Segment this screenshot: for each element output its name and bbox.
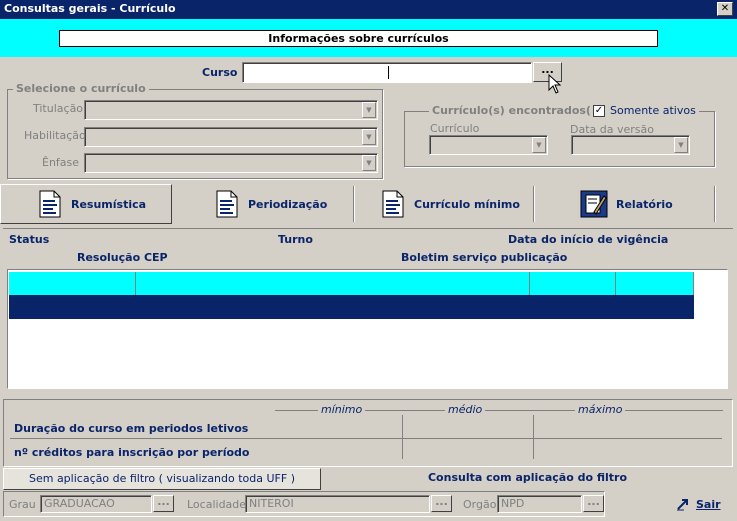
medio-header: médio: [445, 403, 486, 416]
exit-icon: [677, 499, 688, 511]
grau-label: Grau: [9, 498, 36, 511]
grau-input[interactable]: GRADUACAO: [40, 495, 152, 513]
curriculo-select[interactable]: ▼: [429, 135, 548, 155]
somente-ativos-checkbox[interactable]: ✓ Somente ativos: [590, 104, 699, 117]
com-filtro-button[interactable]: Consulta com aplicação do filtro: [322, 468, 733, 490]
titulacao-label: Titulação: [33, 102, 84, 115]
column-divider: [402, 415, 403, 459]
sair-button[interactable]: Sair: [676, 497, 721, 511]
checkbox-check-icon[interactable]: ✓: [593, 104, 605, 117]
tab-resumistica[interactable]: Resumística: [0, 184, 172, 224]
sem-filtro-button[interactable]: Sem aplicação de filtro ( visualizando t…: [3, 468, 321, 490]
tab-label: Relatório: [616, 197, 673, 211]
tab-divider: [353, 186, 355, 222]
ellipsis-icon: ...: [587, 495, 600, 508]
table-row-selected[interactable]: [9, 295, 694, 319]
grau-lookup-button[interactable]: ...: [153, 495, 174, 512]
column-divider: [533, 415, 534, 459]
turno-header: Turno: [278, 233, 313, 246]
orgao-label: Orgão: [463, 498, 497, 511]
data-inicio-header: Data do início de vigência: [508, 233, 669, 246]
tab-label: Currículo mínimo: [414, 197, 520, 211]
window-title: Consultas gerais - Currículo: [4, 2, 176, 15]
grid-header-cell: [9, 272, 136, 295]
ellipsis-icon: ...: [157, 495, 170, 508]
somente-ativos-label: Somente ativos: [610, 104, 696, 117]
data-versao-select[interactable]: ▼: [571, 135, 690, 155]
localidade-label: Localidade: [187, 498, 247, 511]
curriculo-label: Currículo: [430, 122, 480, 135]
grid-header-cell: [616, 272, 694, 295]
close-button[interactable]: ✕: [717, 2, 733, 16]
close-icon[interactable]: ✕: [721, 3, 729, 14]
enfase-select[interactable]: ▼: [84, 153, 378, 173]
grid-header-cell: [136, 272, 530, 295]
habilitacao-select[interactable]: ▼: [84, 127, 378, 147]
localidade-lookup-button[interactable]: ...: [431, 495, 452, 512]
chevron-down-icon[interactable]: ▼: [362, 129, 376, 145]
grau-value: GRADUACAO: [44, 497, 115, 510]
report-icon: [580, 190, 608, 218]
grid-header-cell: [530, 272, 616, 295]
orgao-input[interactable]: NPD: [497, 495, 582, 513]
tab-curriculo-minimo[interactable]: Currículo mínimo: [356, 184, 532, 224]
localidade-input[interactable]: NITEROI: [245, 495, 430, 513]
boletim-header: Boletim serviço publicação: [401, 251, 568, 264]
tab-divider: [714, 186, 716, 222]
chevron-down-icon[interactable]: ▼: [674, 137, 688, 153]
minimo-header: mínimo: [318, 403, 366, 416]
tab-relatorio[interactable]: Relatório: [536, 184, 714, 224]
text-caret: [388, 66, 389, 79]
document-icon: [216, 190, 238, 218]
habilitacao-label: Habilitação: [24, 129, 86, 142]
sem-filtro-label: Sem aplicação de filtro ( visualizando t…: [28, 472, 295, 485]
tab-periodizacao[interactable]: Periodização: [176, 184, 352, 224]
titulacao-select[interactable]: ▼: [84, 100, 378, 120]
tab-label: Resumística: [71, 197, 147, 211]
mouse-cursor-icon: [548, 74, 562, 94]
com-filtro-label: Consulta com aplicação do filtro: [427, 471, 628, 484]
banner-title: Informações sobre currículos: [59, 30, 658, 47]
duracao-label: Duração do curso em periodos letivos: [14, 422, 249, 435]
encontrados-legend: Currículo(s) encontrados(s): [429, 104, 606, 117]
curso-input[interactable]: [242, 62, 532, 83]
document-icon: [382, 190, 404, 218]
selecione-legend: Selecione o currículo: [13, 82, 149, 95]
sair-label: Sair: [696, 497, 721, 511]
document-icon: [39, 190, 61, 218]
enfase-label: Ênfase: [42, 156, 80, 169]
ellipsis-icon: ...: [435, 495, 448, 508]
chevron-down-icon[interactable]: ▼: [362, 155, 376, 171]
status-header: Status: [9, 233, 50, 246]
localidade-value: NITEROI: [249, 497, 294, 510]
orgao-lookup-button[interactable]: ...: [583, 495, 604, 512]
chevron-down-icon[interactable]: ▼: [362, 102, 376, 118]
window-title-bar: Consultas gerais - Currículo: [0, 0, 737, 19]
tab-divider: [533, 186, 535, 222]
maximo-header: máximo: [575, 403, 626, 416]
tab-label: Periodização: [248, 197, 328, 211]
creditos-label: nº créditos para inscrição por período: [14, 446, 250, 459]
curso-label: Curso: [202, 66, 238, 79]
resolucao-header: Resolução CEP: [77, 251, 168, 264]
orgao-value: NPD: [501, 497, 525, 510]
row-divider: [10, 438, 722, 439]
chevron-down-icon[interactable]: ▼: [532, 137, 546, 153]
